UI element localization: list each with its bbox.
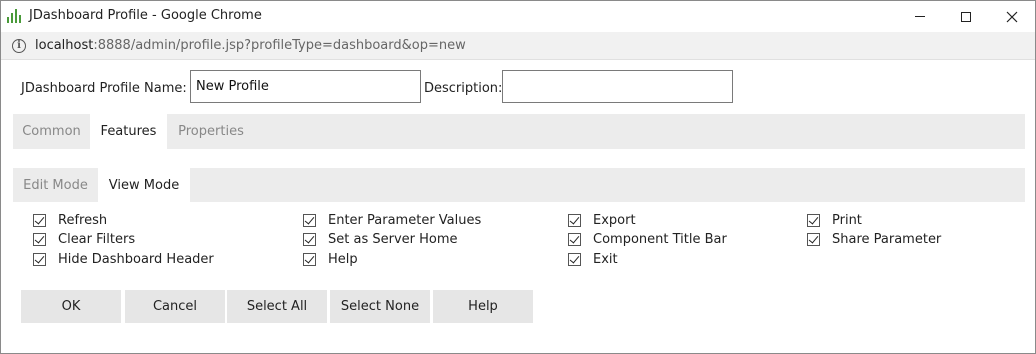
checkbox-label: Share Parameter	[832, 232, 942, 247]
sub-tab-bar: Edit Mode View Mode	[13, 168, 1025, 202]
checkbox-checked-icon[interactable]	[807, 214, 820, 227]
checkbox-label: Refresh	[58, 213, 108, 228]
description-label: Description:	[424, 81, 503, 96]
checkbox-checked-icon[interactable]	[33, 214, 46, 227]
checkbox-component-title-bar[interactable]: Component Title Bar	[568, 232, 727, 247]
checkbox-exit[interactable]: Exit	[568, 252, 618, 267]
checkbox-label: Hide Dashboard Header	[58, 252, 214, 267]
title-bar: JDashboard Profile - Google Chrome	[1, 1, 1035, 32]
minimize-button[interactable]	[897, 1, 943, 32]
checkbox-label: Component Title Bar	[593, 232, 727, 247]
window-title: JDashboard Profile - Google Chrome	[29, 8, 262, 23]
checkbox-checked-icon[interactable]	[33, 233, 46, 246]
checkbox-set-as-server-home[interactable]: Set as Server Home	[303, 232, 458, 247]
checkbox-checked-icon[interactable]	[33, 253, 46, 266]
checkbox-help[interactable]: Help	[303, 252, 358, 267]
checkbox-label: Exit	[593, 252, 618, 267]
close-button[interactable]	[989, 1, 1035, 32]
checkbox-checked-icon[interactable]	[568, 214, 581, 227]
checkbox-share-parameter[interactable]: Share Parameter	[807, 232, 941, 247]
select-none-button[interactable]: Select None	[330, 290, 430, 323]
tab-view-mode[interactable]: View Mode	[98, 168, 190, 202]
checkbox-label: Export	[593, 213, 636, 228]
url-text[interactable]: localhost:8888/admin/profile.jsp?profile…	[35, 38, 466, 53]
tab-properties[interactable]: Properties	[167, 114, 255, 149]
checkbox-print[interactable]: Print	[807, 213, 862, 228]
checkbox-label: Help	[328, 252, 358, 267]
checkbox-checked-icon[interactable]	[303, 214, 316, 227]
url-path: :8888/admin/profile.jsp?profileType=dash…	[93, 38, 466, 53]
close-icon	[1006, 11, 1018, 22]
checkbox-export[interactable]: Export	[568, 213, 636, 228]
profile-dialog: JDashboard Profile Name: New Profile Des…	[1, 60, 1035, 353]
checkbox-checked-icon[interactable]	[568, 253, 581, 266]
select-all-button[interactable]: Select All	[227, 290, 327, 323]
checkbox-hide-dashboard-header[interactable]: Hide Dashboard Header	[33, 252, 214, 267]
cancel-button[interactable]: Cancel	[125, 290, 225, 323]
browser-window: JDashboard Profile - Google Chrome i loc…	[0, 0, 1036, 354]
help-button[interactable]: Help	[433, 290, 533, 323]
tab-common[interactable]: Common	[13, 114, 90, 149]
main-tab-bar: Common Features Properties	[13, 114, 1025, 149]
maximize-button[interactable]	[943, 1, 989, 32]
checkbox-refresh[interactable]: Refresh	[33, 213, 107, 228]
profile-name-input[interactable]: New Profile	[190, 70, 421, 103]
profile-name-label: JDashboard Profile Name:	[21, 81, 187, 96]
url-host: localhost	[35, 38, 94, 53]
checkbox-label: Set as Server Home	[328, 232, 458, 247]
minimize-icon	[915, 16, 925, 17]
checkbox-label: Print	[832, 213, 862, 228]
checkbox-checked-icon[interactable]	[807, 233, 820, 246]
tab-features[interactable]: Features	[90, 114, 167, 149]
checkbox-checked-icon[interactable]	[568, 233, 581, 246]
maximize-icon	[961, 11, 971, 22]
checkbox-label: Clear Filters	[58, 232, 136, 247]
ok-button[interactable]: OK	[21, 290, 121, 323]
checkbox-enter-parameter-values[interactable]: Enter Parameter Values	[303, 213, 481, 228]
tab-edit-mode[interactable]: Edit Mode	[13, 168, 98, 202]
checkbox-checked-icon[interactable]	[303, 253, 316, 266]
checkbox-label: Enter Parameter Values	[328, 213, 482, 228]
checkbox-checked-icon[interactable]	[303, 233, 316, 246]
description-input[interactable]	[502, 70, 733, 103]
checkbox-clear-filters[interactable]: Clear Filters	[33, 232, 135, 247]
address-bar[interactable]: i localhost:8888/admin/profile.jsp?profi…	[1, 32, 1035, 60]
app-icon	[7, 9, 21, 23]
info-icon[interactable]: i	[12, 39, 26, 53]
